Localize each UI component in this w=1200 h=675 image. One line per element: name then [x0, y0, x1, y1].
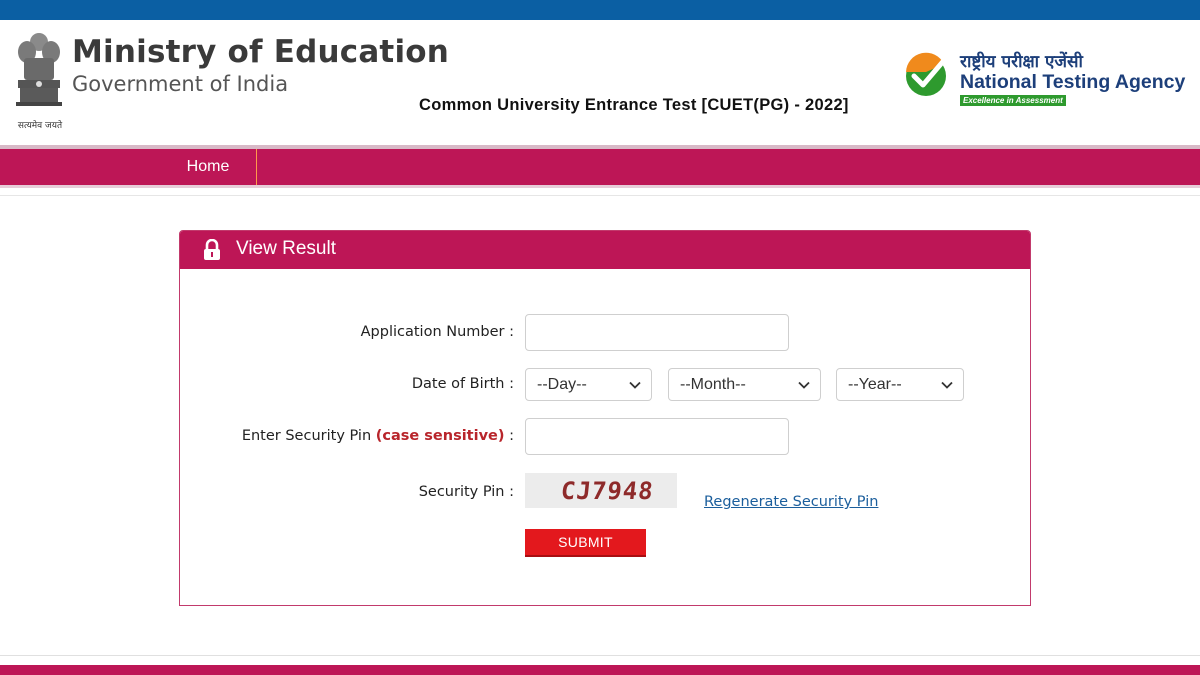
site-header: सत्यमेव जयते Ministry of Education Gover…: [0, 20, 1200, 146]
nta-checkmark-logo-icon: [906, 52, 949, 96]
divider: [0, 195, 1200, 196]
emblem-motto: सत्यमेव जयते: [17, 121, 63, 131]
year-select[interactable]: --Year--: [836, 368, 964, 401]
day-select[interactable]: --Day--: [525, 368, 652, 401]
exam-title: Common University Entrance Test [CUET(PG…: [419, 96, 849, 114]
case-sensitive-note: (case sensitive): [375, 428, 505, 444]
national-emblem-icon: [16, 33, 62, 106]
security-pin-input[interactable]: [525, 418, 789, 455]
security-pin-label-text: Enter Security Pin: [241, 428, 372, 444]
date-of-birth-label: Date of Birth :: [411, 376, 514, 392]
nav-home-link[interactable]: Home: [160, 149, 257, 185]
chevron-down-icon: [798, 381, 810, 389]
ministry-subtitle: Government of India: [72, 72, 289, 96]
nav-bottom-border: [0, 185, 1200, 188]
captcha-image: CJ7948: [525, 473, 677, 508]
panel-title: View Result: [236, 238, 336, 259]
submit-button[interactable]: SUBMIT: [525, 529, 646, 557]
main-navbar: Home: [0, 149, 1200, 185]
day-select-value: --Day--: [537, 376, 587, 393]
nta-english-name: National Testing Agency: [960, 71, 1186, 93]
nta-tagline: Excellence in Assessment: [960, 95, 1066, 106]
month-select[interactable]: --Month--: [668, 368, 821, 401]
application-number-input[interactable]: [525, 314, 789, 351]
security-pin-input-label: Enter Security Pin (case sensitive) :: [242, 428, 514, 444]
lock-icon: [204, 239, 220, 260]
chevron-down-icon: [629, 381, 641, 389]
nta-hindi-name: राष्ट्रीय परीक्षा एजेंसी: [960, 52, 1083, 72]
ministry-title: Ministry of Education: [72, 34, 450, 70]
top-strip: [0, 0, 1200, 20]
footer-bar: [0, 665, 1200, 675]
security-pin-label-colon: :: [509, 428, 514, 444]
panel-header: View Result: [180, 231, 1030, 269]
footer-divider: [0, 655, 1200, 656]
regenerate-security-pin-link[interactable]: Regenerate Security Pin: [704, 494, 878, 510]
captcha-label: Security Pin :: [418, 484, 514, 500]
captcha-text: CJ7948: [559, 477, 656, 505]
month-select-value: --Month--: [680, 376, 746, 393]
application-number-label: Application Number :: [360, 324, 514, 340]
chevron-down-icon: [941, 381, 953, 389]
year-select-value: --Year--: [848, 376, 902, 393]
